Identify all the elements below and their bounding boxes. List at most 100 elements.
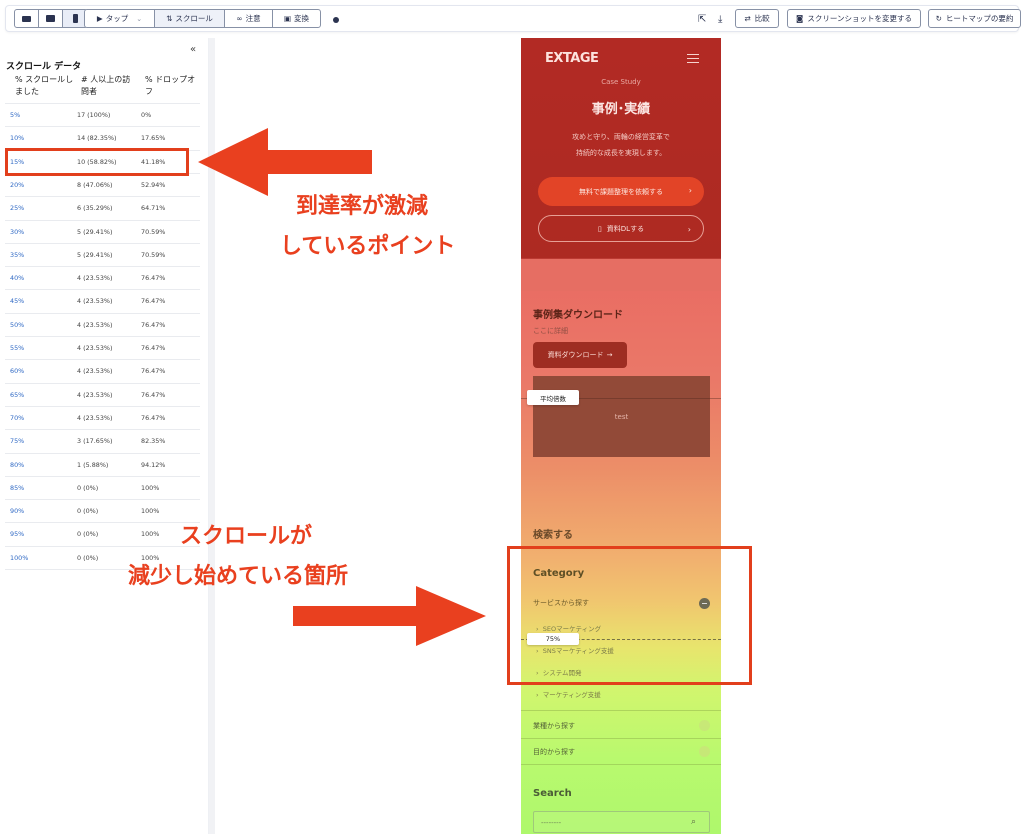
chevron-right-icon: ›: [688, 186, 692, 195]
divider: [521, 738, 721, 739]
pointer-icon: ▶: [96, 14, 103, 23]
divider: [521, 710, 721, 711]
scroll-percent-cell: 70%: [10, 413, 25, 422]
divider: [521, 764, 721, 765]
dropoff-cell: 76.47%: [141, 367, 166, 376]
dropoff-cell: 94.12%: [141, 460, 166, 469]
expand-plus-icon[interactable]: [699, 720, 710, 731]
scroll-icon: ⇅: [166, 14, 173, 23]
visitors-cell: 6 (35.29%): [77, 204, 113, 213]
category-industry[interactable]: 業種から探す: [533, 721, 575, 731]
dropoff-cell: 76.47%: [141, 390, 166, 399]
visitors-cell: 17 (100%): [77, 111, 111, 119]
desktop-view-button[interactable]: [15, 10, 39, 27]
compare-button[interactable]: ⇄ 比較: [735, 9, 779, 28]
page-preview-heatmap: EXTAGE Case Study 事例･実績 攻めと守り、両輪の経営変革で 持…: [521, 38, 721, 834]
dropoff-cell: 17.65%: [141, 134, 166, 143]
dropoff-cell: 100%: [141, 483, 160, 492]
visitors-cell: 4 (23.53%): [77, 297, 113, 306]
table-divider: [5, 359, 200, 361]
scroll-percent-cell: 55%: [10, 344, 25, 352]
scroll-percent-cell: 30%: [10, 227, 25, 236]
tab-tap[interactable]: ▶ タップ ⌄: [85, 10, 155, 27]
scroll-percent-cell: 75%: [10, 437, 25, 446]
visitors-cell: 0 (0%): [77, 507, 99, 516]
tab-scroll[interactable]: ⇅ スクロール: [155, 10, 225, 27]
dropoff-cell: 76.47%: [141, 344, 166, 352]
desktop-icon: [22, 15, 31, 22]
panel-divider[interactable]: [209, 38, 215, 834]
table-divider: [5, 499, 200, 501]
left-arrow-shape: [198, 128, 372, 196]
search-icon[interactable]: ⌕: [691, 817, 696, 827]
document-download-button[interactable]: ▯ 資料DLする ›: [538, 215, 704, 242]
visitors-cell: 4 (23.53%): [77, 367, 113, 376]
hero-lead-2: 持続的な成長を実現します。: [575, 149, 667, 157]
table-divider: [5, 382, 200, 384]
device-switcher: [14, 9, 88, 28]
visitors-cell: 0 (0%): [77, 483, 99, 492]
scroll-percent-cell: 5%: [10, 111, 21, 119]
download-docs-button[interactable]: 資料ダウンロード →: [533, 342, 627, 368]
expand-plus-icon[interactable]: [699, 746, 710, 757]
annotation-drop-line1: 到達率が激減: [296, 194, 429, 219]
col-header-scrolled: % スクロールしました: [15, 75, 74, 96]
hero-lead-1: 攻めと守り、両輪の経営変革で: [572, 133, 670, 141]
col-header-visitors: # 人以上の訪問者: [81, 75, 131, 96]
table-divider: [5, 266, 200, 268]
dropoff-cell: 76.47%: [141, 413, 166, 422]
table-divider: [5, 242, 200, 244]
section-band: [521, 259, 721, 291]
visitors-cell: 0 (0%): [77, 530, 99, 539]
visitors-cell: 1 (5.88%): [77, 460, 109, 469]
change-screenshot-button[interactable]: ◙ スクリーンショットを変更する: [787, 9, 921, 28]
scroll-percent-cell: 50%: [10, 320, 25, 329]
dropoff-cell: 76.47%: [141, 320, 166, 329]
heatmap-mode-switcher: ▶ タップ ⌄ ⇅ スクロール ∞ 注意 ▣ 変換: [84, 9, 321, 28]
annotation-drop-line2: しているポイント: [280, 234, 456, 259]
visitors-cell: 4 (23.53%): [77, 413, 113, 422]
visitors-cell: 0 (0%): [77, 553, 99, 562]
share-icon[interactable]: ⇱: [698, 14, 706, 25]
scroll-percent-cell: 100%: [10, 553, 29, 562]
free-consult-button[interactable]: 無料で課題整理を依頼する ›: [538, 177, 704, 206]
download-icon[interactable]: ⤓: [718, 14, 722, 25]
highlight-scroll-decline-area: [507, 546, 752, 685]
hamburger-menu-icon[interactable]: [687, 54, 699, 63]
dropoff-cell: 52.94%: [141, 180, 166, 189]
table-divider: [5, 126, 200, 128]
table-divider: [5, 475, 200, 477]
table-divider: [5, 103, 200, 104]
table-divider: [5, 219, 200, 221]
scroll-percent-cell: 20%: [10, 180, 25, 189]
table-divider: [5, 289, 200, 291]
table-divider: [5, 196, 200, 198]
collapse-panel-icon[interactable]: «: [190, 44, 196, 55]
scroll-percent-cell: 60%: [10, 367, 25, 376]
search-section-heading: 検索する: [533, 530, 573, 541]
visitors-cell: 4 (23.53%): [77, 390, 113, 399]
info-icon[interactable]: [333, 17, 339, 23]
scroll-percent-cell: 80%: [10, 460, 25, 469]
table-divider: [5, 429, 200, 431]
visitors-cell: 4 (23.53%): [77, 274, 113, 283]
tablet-view-button[interactable]: [39, 10, 63, 27]
scroll-percent-cell: 95%: [10, 530, 25, 539]
scroll-percent-cell: 40%: [10, 274, 25, 283]
mobile-icon: [72, 14, 78, 23]
tab-conversion[interactable]: ▣ 変換: [273, 10, 320, 27]
tab-attention[interactable]: ∞ 注意: [225, 10, 273, 27]
arrow-right-icon: →: [606, 351, 613, 359]
dropoff-cell: 82.35%: [141, 437, 166, 446]
dropoff-cell: 76.47%: [141, 274, 166, 283]
table-divider: [5, 336, 200, 337]
search-heading: Search: [533, 788, 572, 799]
category-purpose[interactable]: 目的から探す: [533, 747, 575, 757]
table-divider: [5, 452, 200, 454]
scroll-percent-cell: 25%: [10, 204, 25, 213]
sub-item-marketing[interactable]: › マーケティング支援: [536, 689, 601, 699]
camera-icon: ◙: [796, 14, 804, 23]
test-image-box: test: [533, 376, 710, 457]
heatmap-summary-button[interactable]: ↻ ヒートマップの要約: [928, 9, 1021, 28]
dropoff-cell: 70.59%: [141, 250, 166, 259]
